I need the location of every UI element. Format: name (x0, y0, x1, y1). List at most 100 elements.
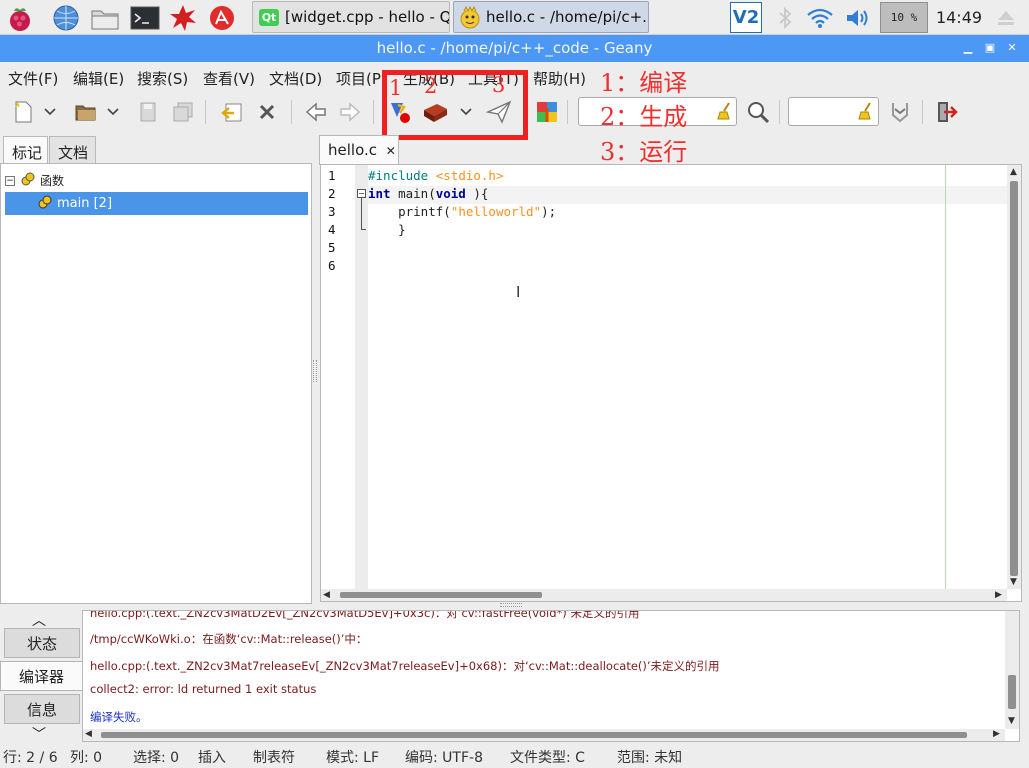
new-file-icon[interactable] (9, 98, 37, 126)
line-number: 4 (328, 222, 336, 237)
messages-vertical-scrollbar[interactable]: ▼ (1005, 611, 1019, 729)
messages-horizontal-scroll-thumb[interactable] (101, 732, 967, 738)
code-editor[interactable]: 1 2 3 4 5 6 − #include <stdio.h> int mai… (320, 164, 1022, 602)
pane-splitter-handle[interactable] (500, 603, 522, 607)
clear-broom-icon[interactable] (858, 102, 874, 124)
tab-close-icon[interactable]: ✕ (386, 144, 396, 158)
chevron-down-icon[interactable]: ﹀ (32, 724, 46, 744)
wolfram-icon[interactable] (206, 2, 238, 33)
navigate-forward-icon[interactable] (336, 98, 364, 126)
bluetooth-icon[interactable] (772, 2, 798, 33)
open-dropdown-chevron-down-icon[interactable] (103, 98, 123, 126)
maximize-icon[interactable]: ▣ (983, 41, 997, 55)
open-file-icon[interactable] (72, 98, 100, 126)
menu-project[interactable]: 项目(P) (336, 68, 387, 89)
horizontal-scroll-thumb[interactable] (340, 592, 542, 598)
close-file-icon[interactable] (253, 98, 281, 126)
scroll-down-icon[interactable]: ▼ (1010, 577, 1017, 587)
annotation-note-run: 3：运行 (600, 138, 688, 166)
menu-view[interactable]: 查看(V) (203, 68, 255, 89)
qt-creator-icon: Qt (257, 5, 281, 29)
scroll-up-icon[interactable]: ▲ (1010, 167, 1017, 177)
taskbar-app-qtcreator[interactable]: Qt [widget.cpp - hello - Q... (252, 1, 450, 33)
tab-messages[interactable]: 信息 (4, 694, 80, 724)
clock[interactable]: 14:49 (934, 2, 984, 33)
menu-edit[interactable]: 编辑(E) (73, 68, 124, 89)
messages-horizontal-scrollbar[interactable]: ◀ ▶ (83, 729, 1005, 741)
color-chooser-icon[interactable] (533, 98, 561, 126)
editor-vertical-scrollbar[interactable]: ▲ ▼ (1007, 165, 1021, 589)
chevron-up-icon[interactable]: ︿ (32, 610, 46, 630)
fold-margin[interactable]: − (355, 165, 368, 589)
scroll-left-icon[interactable]: ◀ (85, 729, 92, 739)
code-line-3: printf("helloworld"); (368, 204, 557, 219)
goto-line-combo[interactable] (788, 97, 879, 126)
collapse-icon[interactable]: − (5, 175, 15, 186)
clear-broom-icon[interactable] (717, 102, 733, 124)
goto-line-icon[interactable] (886, 98, 914, 126)
scroll-left-icon[interactable]: ◀ (323, 590, 330, 600)
new-file-dropdown-chevron-down-icon[interactable] (40, 98, 60, 126)
tab-status[interactable]: 状态 (4, 628, 80, 658)
status-scope: 范围: 未知 (617, 750, 683, 766)
terminal-icon[interactable] (129, 2, 161, 33)
revert-icon[interactable] (218, 98, 246, 126)
menu-file[interactable]: 文件(F) (8, 68, 58, 89)
messages-scroll-thumb[interactable] (1008, 675, 1016, 709)
symbol-tree[interactable]: − 函数 main [2] (0, 163, 312, 604)
editor-horizontal-scrollbar[interactable]: ◀ ▶ (321, 589, 1007, 601)
raspberry-menu-icon[interactable] (4, 2, 36, 33)
scroll-down-icon[interactable]: ▼ (1008, 716, 1015, 726)
menu-help[interactable]: 帮助(H) (533, 68, 586, 89)
fold-toggle-icon[interactable]: − (357, 189, 366, 198)
navigate-back-icon[interactable] (302, 98, 330, 126)
save-all-icon[interactable] (169, 98, 197, 126)
tab-symbols[interactable]: 标记 (3, 136, 48, 164)
vertical-scroll-thumb[interactable] (1010, 181, 1018, 576)
annotation-number-3: 3 (492, 73, 506, 97)
wifi-icon[interactable] (805, 2, 835, 33)
tab-hello-c[interactable]: hello.c ✕ (319, 135, 399, 165)
scroll-right-icon[interactable]: ▶ (995, 590, 1002, 600)
line-number: 5 (328, 240, 336, 255)
status-filetype: 文件类型: C (510, 750, 585, 766)
volume-icon[interactable] (843, 2, 873, 33)
vnc-icon[interactable]: V2 (730, 2, 762, 33)
annotation-number-2: 2 (424, 74, 438, 98)
scroll-right-icon[interactable]: ▶ (993, 729, 1000, 739)
status-line: 行: 2 / 6 (3, 750, 58, 766)
menu-document[interactable]: 文档(D) (269, 68, 322, 89)
search-icon[interactable] (744, 98, 772, 126)
eject-icon[interactable] (992, 2, 1020, 33)
taskbar-app-label: hello.c - /home/pi/c+... (486, 8, 649, 26)
quit-icon[interactable] (932, 98, 960, 126)
compiler-output[interactable]: hello.cpp:(.text._ZN2cv3MatD2Ev[_ZN2cv3M… (82, 610, 1020, 742)
browser-globe-icon[interactable] (50, 2, 82, 33)
compiler-message[interactable]: collect2: error: ld returned 1 exit stat… (90, 682, 316, 696)
file-manager-folder-icon[interactable] (89, 2, 121, 33)
taskbar-app-geany[interactable]: hello.c - /home/pi/c+... (453, 1, 649, 33)
tree-group-functions[interactable]: − 函数 (5, 169, 305, 192)
menu-search[interactable]: 搜索(S) (137, 68, 188, 89)
tab-label: hello.c (328, 141, 377, 159)
cpu-monitor[interactable]: 10 % (880, 2, 928, 33)
tab-documents[interactable]: 文档 (49, 136, 96, 164)
tab-compiler[interactable]: 编译器 (0, 661, 82, 691)
minimize-icon[interactable]: ▁ (961, 41, 975, 55)
pane-splitter-handle[interactable] (313, 360, 317, 382)
save-icon[interactable] (134, 98, 162, 126)
compiler-message[interactable]: /tmp/ccWKoWki.o：在函数‘cv::Mat::release()’中… (90, 631, 367, 647)
tree-item-main[interactable]: main [2] (5, 192, 308, 215)
code-line-2: int main(void ){ (368, 186, 489, 201)
close-icon[interactable]: ✕ (1005, 41, 1019, 55)
compiler-message[interactable]: hello.cpp:(.text._ZN2cv3MatD2Ev[_ZN2cv3M… (90, 611, 639, 621)
mathematica-star-icon[interactable] (167, 2, 199, 33)
tree-item-label: main [2] (57, 196, 113, 211)
compile-failed-message[interactable]: 编译失败。 (90, 709, 148, 725)
status-encoding: 编码: UTF-8 (405, 750, 483, 766)
annotation-highlight-box (382, 70, 528, 140)
cpu-usage: 10 % (890, 11, 918, 24)
annotation-note-compile: 1：编译 (600, 69, 688, 97)
compiler-message[interactable]: hello.cpp:(.text._ZN2cv3Mat7releaseEv[_Z… (90, 658, 720, 674)
window-titlebar[interactable]: hello.c - /home/pi/c++_code - Geany ▁ ▣ … (0, 35, 1029, 62)
